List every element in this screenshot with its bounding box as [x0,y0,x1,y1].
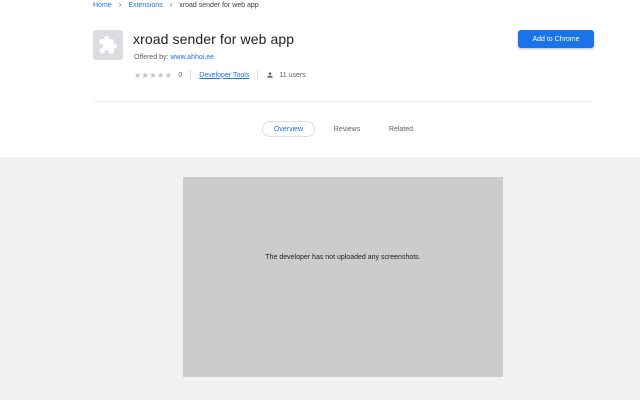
screenshot-placeholder: The developer has not uploaded any scree… [183,177,503,377]
rating-count[interactable]: 0 [178,72,182,79]
add-to-chrome-button[interactable]: Add to Chrome [518,30,594,48]
extension-title: xroad sender for web app [133,31,295,47]
tab-bar: Overview Reviews Related [0,121,640,137]
tab-related[interactable]: Related [384,121,418,137]
offered-by-label: Offered by: [134,54,169,61]
rating-stars[interactable]: ★★★★★ [134,71,172,80]
puzzle-piece-icon [93,30,123,60]
extension-meta: ★★★★★ 0 Developer Tools 11 users [134,69,306,81]
breadcrumb-current: xroad sender for web app [179,1,259,9]
offered-by-link[interactable]: www.ahhoi.ee [170,54,214,61]
meta-divider [257,70,259,80]
chevron-right-icon: › [118,0,122,9]
breadcrumb: Home › Extensions › xroad sender for web… [93,0,259,10]
no-screenshots-message: The developer has not uploaded any scree… [265,253,421,261]
header-divider [93,101,593,102]
tab-reviews[interactable]: Reviews [328,121,366,137]
tab-overview[interactable]: Overview [262,121,315,137]
person-icon [266,71,274,79]
meta-divider [190,70,192,80]
offered-by: Offered by: www.ahhoi.ee [134,54,214,61]
users-count: 11 users [279,71,306,79]
breadcrumb-home-link[interactable]: Home [93,2,112,9]
breadcrumb-extensions-link[interactable]: Extensions [128,2,162,9]
chevron-right-icon: › [169,0,173,9]
category-link[interactable]: Developer Tools [199,72,249,79]
